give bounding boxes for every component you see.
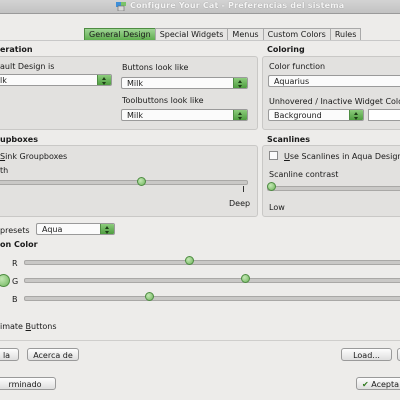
scanline-contrast-label: Scanline contrast	[269, 170, 339, 179]
coloring-section-title: Coloring	[267, 45, 305, 54]
toolbuttons-look-combo[interactable]: Milk	[121, 109, 248, 121]
blue-channel-label: B	[12, 295, 18, 304]
load-button[interactable]: Load...	[341, 348, 392, 361]
chevron-updown-icon	[233, 78, 247, 88]
depth-label: th	[0, 166, 9, 175]
deep-label: Deep	[229, 199, 251, 208]
tab-panel-border	[0, 40, 400, 41]
tab-bar: General Design Special Widgets Menus Cus…	[84, 28, 362, 41]
color-function-label: Color function	[269, 62, 326, 71]
use-scanlines-label: Use Scanlines in Aqua Design	[284, 152, 400, 161]
red-slider-handle[interactable]	[185, 256, 194, 265]
depth-tick	[243, 186, 244, 192]
buttons-look-combo[interactable]: Milk	[121, 77, 248, 89]
window-title: Configure Your Cat - Preferencias del si…	[130, 1, 345, 10]
chevron-updown-icon	[349, 110, 363, 120]
presets-value: Aqua	[42, 225, 63, 234]
color-function-value: Aquarius	[274, 77, 310, 86]
about-button[interactable]: Acerca de	[27, 348, 79, 361]
unhovered-color-combo[interactable]: Background	[268, 109, 364, 121]
scanline-contrast-handle[interactable]	[267, 182, 276, 191]
green-slider-handle[interactable]	[241, 274, 250, 283]
groupboxes-section-title: upboxes	[0, 135, 38, 144]
unhovered-color-value: Background	[274, 111, 322, 120]
default-design-combo[interactable]: lk	[0, 74, 112, 86]
sink-groupboxes-label: Sink Groupboxes	[0, 152, 68, 161]
green-slider-track[interactable]	[24, 278, 400, 283]
red-channel-label: R	[12, 259, 18, 268]
accept-button[interactable]: ✔ Acepta	[356, 377, 400, 390]
check-icon: ✔	[362, 380, 369, 389]
chevron-updown-icon	[233, 110, 247, 120]
blue-slider-track[interactable]	[24, 296, 400, 301]
chevron-updown-icon	[100, 224, 114, 234]
default-design-label: ault Design is	[0, 62, 55, 71]
toolbuttons-look-label: Toolbuttons look like	[122, 96, 204, 105]
green-channel-label: G	[12, 277, 19, 286]
window-titlebar[interactable]: Configure Your Cat - Preferencias del si…	[0, 0, 400, 14]
blue-slider-handle[interactable]	[145, 292, 154, 301]
use-scanlines-checkbox[interactable]	[269, 151, 278, 160]
scanlines-section-title: Scanlines	[267, 135, 310, 144]
icon-color-section-title: on Color	[0, 240, 38, 249]
scanline-contrast-track[interactable]	[267, 186, 400, 191]
buttons-look-value: Milk	[127, 79, 143, 88]
depth-slider-handle[interactable]	[137, 177, 146, 186]
unhovered-color-label: Unhovered / Inactive Widget Color	[269, 97, 400, 106]
app-icon	[116, 2, 126, 11]
buttons-look-label: Buttons look like	[122, 63, 189, 72]
chevron-updown-icon	[97, 75, 111, 85]
color-function-combo[interactable]: Aquarius	[268, 75, 400, 87]
presets-combo[interactable]: Aqua	[36, 223, 115, 235]
animate-buttons-label: imate Buttons	[0, 322, 57, 331]
finished-button[interactable]: rminado	[0, 377, 56, 390]
color-swatch-field[interactable]	[368, 109, 400, 121]
help-button[interactable]: la	[0, 348, 19, 361]
bottom-divider	[0, 340, 400, 341]
presets-label: presets	[0, 226, 30, 235]
accept-label: Acepta	[371, 380, 400, 389]
generation-section-title: eration	[0, 45, 33, 54]
toolbuttons-look-value: Milk	[127, 111, 143, 120]
low-label: Low	[269, 203, 285, 212]
red-slider-track[interactable]	[24, 260, 400, 265]
green-color-indicator	[0, 274, 10, 287]
default-design-value: lk	[0, 76, 7, 85]
depth-slider-track[interactable]	[0, 180, 248, 185]
